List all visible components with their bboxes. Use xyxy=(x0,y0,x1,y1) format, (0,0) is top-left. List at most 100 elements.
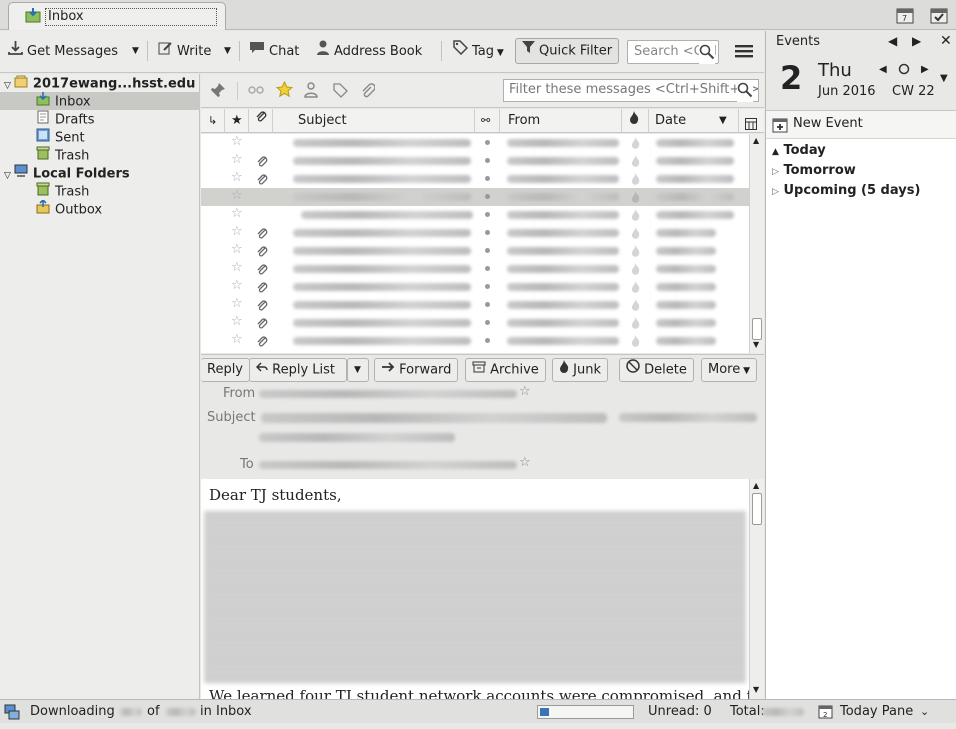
subject-column[interactable]: Subject xyxy=(273,109,475,133)
new-event-button[interactable]: New Event xyxy=(766,111,956,139)
table-row[interactable]: ☆ xyxy=(201,278,749,296)
star-icon[interactable]: ☆ xyxy=(519,384,531,399)
unread-filter-icon[interactable] xyxy=(248,83,264,101)
star-icon[interactable]: ☆ xyxy=(231,278,243,293)
folder-sent[interactable]: Sent xyxy=(0,128,200,146)
junk-flame-icon[interactable] xyxy=(631,281,640,297)
write-dropdown-icon[interactable]: ▼ xyxy=(224,40,231,62)
reply-button[interactable]: Reply xyxy=(201,358,251,382)
read-dot-icon[interactable] xyxy=(485,248,490,253)
calendar-tab-icon[interactable]: 7 xyxy=(896,6,914,28)
menu-icon[interactable] xyxy=(735,43,753,63)
scroll-thumb[interactable] xyxy=(752,493,762,525)
today-pane-toggle[interactable]: 2 Today Pane ⌄ xyxy=(812,700,956,723)
tasks-tab-icon[interactable] xyxy=(930,6,948,28)
read-dot-icon[interactable] xyxy=(485,230,490,235)
more-button[interactable]: More ▼ xyxy=(701,358,758,382)
junk-flame-icon[interactable] xyxy=(631,191,640,207)
table-row[interactable]: ☆ xyxy=(201,206,749,224)
scroll-down-icon[interactable]: ▼ xyxy=(753,340,759,349)
table-row[interactable]: ☆ xyxy=(201,314,749,332)
read-dot-icon[interactable] xyxy=(485,212,490,217)
star-icon[interactable]: ☆ xyxy=(231,314,243,329)
quick-filter-button[interactable]: Quick Filter xyxy=(515,38,620,64)
reply-list-button[interactable]: Reply List xyxy=(249,358,347,382)
tab-inbox[interactable]: Inbox xyxy=(8,2,226,30)
table-row[interactable]: ☆ xyxy=(201,152,749,170)
forward-button[interactable]: Forward xyxy=(374,358,459,382)
folder-inbox[interactable]: Inbox xyxy=(0,92,200,110)
junk-flame-icon[interactable] xyxy=(631,317,640,333)
folder-outbox[interactable]: Outbox xyxy=(0,198,200,218)
next-arrow-icon[interactable]: ▶ xyxy=(912,34,921,48)
tomorrow-section[interactable]: ▷ Tomorrow xyxy=(772,163,856,178)
star-icon[interactable]: ☆ xyxy=(519,455,531,470)
folder-local-trash[interactable]: Trash xyxy=(0,182,200,200)
scroll-up-icon[interactable]: ▲ xyxy=(753,136,759,145)
star-icon[interactable]: ☆ xyxy=(231,260,243,275)
table-row[interactable]: ☆ xyxy=(201,260,749,278)
filter-messages-input[interactable]: Filter these messages <Ctrl+Shift+K> xyxy=(503,79,759,102)
folder-drafts[interactable]: Drafts xyxy=(0,110,200,128)
folder-trash[interactable]: Trash xyxy=(0,146,200,164)
close-icon[interactable]: ✕ xyxy=(940,33,952,49)
junk-flame-icon[interactable] xyxy=(631,173,640,189)
star-icon[interactable]: ☆ xyxy=(231,152,243,167)
star-icon[interactable]: ☆ xyxy=(231,206,243,221)
date-column[interactable]: Date ▼ xyxy=(649,109,739,133)
mini-month-dropdown-icon[interactable]: ▼ xyxy=(940,73,948,84)
attachment-column[interactable] xyxy=(249,109,273,133)
junk-flame-icon[interactable] xyxy=(631,263,640,279)
tag-button[interactable]: Tag ▼ xyxy=(453,40,504,62)
pin-icon[interactable] xyxy=(210,82,226,102)
contact-filter-icon[interactable] xyxy=(304,82,318,102)
junk-flame-icon[interactable] xyxy=(631,137,640,153)
prev-day-icon[interactable]: ◀ xyxy=(879,64,887,75)
star-icon[interactable]: ☆ xyxy=(231,170,243,185)
today-section[interactable]: ▲ Today xyxy=(772,143,826,158)
thread-column[interactable]: ↳ xyxy=(201,109,225,133)
column-picker[interactable] xyxy=(739,109,764,133)
read-dot-icon[interactable] xyxy=(485,266,490,271)
read-dot-icon[interactable] xyxy=(485,284,490,289)
scroll-up-icon[interactable]: ▲ xyxy=(753,481,759,490)
local-folders-row[interactable]: ▽ Local Folders xyxy=(0,164,200,182)
star-icon[interactable]: ☆ xyxy=(231,296,243,311)
get-messages-dropdown-icon[interactable]: ▼ xyxy=(132,40,139,62)
write-button[interactable]: Write xyxy=(158,40,211,62)
star-icon[interactable]: ☆ xyxy=(231,224,243,239)
read-dot-icon[interactable] xyxy=(485,158,490,163)
read-column[interactable]: ⚯ xyxy=(475,109,500,133)
scroll-thumb[interactable] xyxy=(752,318,762,340)
tag-filter-icon[interactable] xyxy=(333,83,348,102)
junk-flame-icon[interactable] xyxy=(631,209,640,225)
from-column[interactable]: From xyxy=(500,109,622,133)
read-dot-icon[interactable] xyxy=(485,194,490,199)
prev-arrow-icon[interactable]: ◀ xyxy=(888,34,897,48)
message-list-scrollbar[interactable]: ▲ ▼ xyxy=(749,134,764,353)
table-row[interactable]: ☆ xyxy=(201,332,749,350)
collapse-icon[interactable]: ▽ xyxy=(4,171,11,181)
star-icon[interactable]: ☆ xyxy=(231,134,243,149)
online-status-icon[interactable] xyxy=(4,704,20,729)
star-column[interactable]: ★ xyxy=(225,109,249,133)
scroll-down-icon[interactable]: ▼ xyxy=(753,685,759,694)
read-dot-icon[interactable] xyxy=(485,302,490,307)
junk-button[interactable]: Junk xyxy=(552,358,608,382)
collapse-icon[interactable]: ▽ xyxy=(4,81,11,91)
archive-button[interactable]: Archive xyxy=(465,358,546,382)
junk-flame-icon[interactable] xyxy=(631,299,640,315)
table-row[interactable]: ☆ xyxy=(201,296,749,314)
read-dot-icon[interactable] xyxy=(485,338,490,343)
star-icon[interactable]: ☆ xyxy=(231,332,243,347)
next-day-icon[interactable]: ▶ xyxy=(921,64,929,75)
junk-column[interactable] xyxy=(622,109,649,133)
get-messages-button[interactable]: Get Messages xyxy=(8,40,118,62)
chat-button[interactable]: Chat xyxy=(249,40,299,62)
address-book-button[interactable]: Address Book xyxy=(316,40,422,62)
read-dot-icon[interactable] xyxy=(485,140,490,145)
junk-flame-icon[interactable] xyxy=(631,245,640,261)
table-row[interactable]: ☆ xyxy=(201,188,749,206)
read-dot-icon[interactable] xyxy=(485,176,490,181)
table-row[interactable]: ☆ xyxy=(201,242,749,260)
